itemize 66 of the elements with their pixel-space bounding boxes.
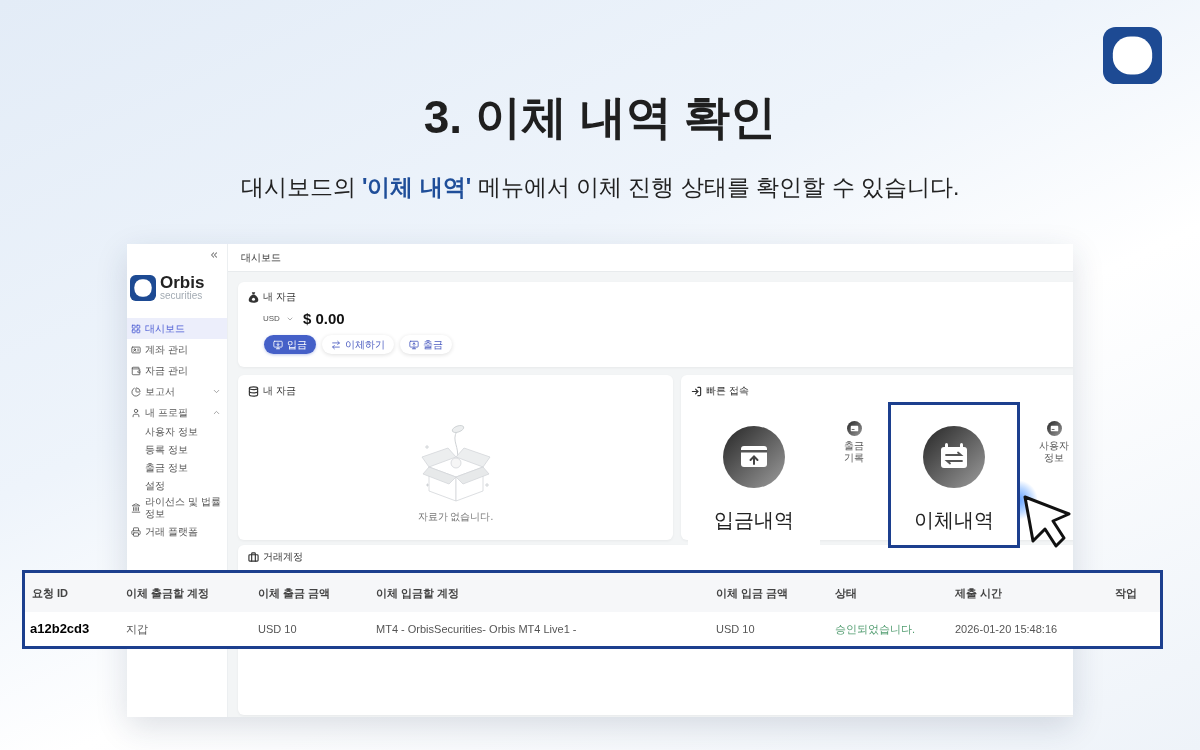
action-button[interactable]: 이체하기 (322, 335, 394, 354)
money-bag-icon (248, 291, 259, 303)
quick-access-tile[interactable]: 이체내역 (888, 402, 1020, 548)
monitor-icon (273, 339, 283, 350)
card-arrow-up-icon (723, 426, 785, 488)
column-header: 이체 출금 금액 (258, 585, 332, 600)
monitor-icon (409, 339, 419, 350)
card-icon (846, 421, 862, 436)
sidebar-item[interactable]: 대시보드 (127, 318, 227, 339)
brand-tagline: securities (160, 291, 204, 301)
database-icon (248, 385, 259, 397)
grid-icon (131, 323, 141, 334)
sidebar-subitem[interactable]: 사용자 정보 (127, 423, 227, 441)
sidebar-subitem[interactable]: 등록 정보 (127, 441, 227, 459)
sidebar-subitem[interactable]: 설정 (127, 477, 227, 495)
page-heading: 3. 이체 내역 확인 (423, 90, 777, 144)
sidebar-item[interactable]: 라이선스 및 법률 정보 (127, 495, 227, 521)
status-text: 승인되었습니다. (835, 622, 917, 636)
currency-select[interactable]: USD (263, 314, 294, 324)
bank-icon (131, 503, 141, 513)
column-header: 제출 시간 (955, 585, 1004, 600)
sidebar-item[interactable]: 내 프로필 (127, 402, 227, 423)
column-header: 이체 입금 금액 (716, 585, 790, 600)
card-icon (1046, 421, 1062, 436)
sidebar-item[interactable]: 거래 플랫폼 (127, 521, 227, 542)
sidebar-item[interactable]: 보고서 (127, 381, 227, 402)
pie-chart-icon (131, 386, 141, 397)
logo-icon (130, 274, 156, 301)
column-header: 이체 입금할 계정 (376, 585, 461, 600)
action-button[interactable]: 출금 (400, 335, 452, 354)
card-title: 내 자금 (263, 385, 296, 397)
swap-arrows-icon (331, 339, 341, 350)
chevron-down-icon (285, 315, 294, 323)
id-card-icon (131, 344, 141, 355)
card-title: 내 자금 (263, 291, 296, 303)
wallet-icon (131, 365, 141, 376)
table-cell-text: USD 10 (258, 622, 298, 636)
card-title: 거래계정 (263, 551, 303, 563)
column-header: 작업 (1114, 585, 1137, 600)
sidebar-item[interactable]: 계좌 관리 (127, 339, 227, 360)
calendar-swap-icon (923, 426, 985, 488)
printer-icon (131, 526, 141, 537)
briefcase-icon (248, 551, 259, 563)
table-cell-text: 2026-01-20 15:48:16 (955, 622, 1059, 636)
sidebar-item[interactable]: 자금 관리 (127, 360, 227, 381)
page-subtitle: 대시보드의 '이체 내역' 메뉴에서 이체 진행 상태를 확인할 수 있습니다. (240, 173, 960, 202)
logo-icon (1103, 27, 1162, 84)
login-icon (691, 385, 702, 397)
brand-name: Orbis (160, 274, 205, 291)
quick-access-tile[interactable]: 사용자 정보 (1030, 402, 1073, 469)
column-header: 이체 출금할 계정 (126, 585, 211, 600)
table-cell-text: 지갑 (126, 622, 149, 636)
table-cell-text: USD 10 (716, 622, 756, 636)
action-button[interactable]: 입금 (264, 335, 316, 354)
sidebar-subitem[interactable]: 출금 정보 (127, 459, 227, 477)
empty-message: 자료가 없습니다. (417, 511, 494, 523)
column-header: 요청 ID (32, 585, 70, 600)
card-title: 빠른 접속 (706, 385, 749, 397)
user-icon (131, 407, 141, 418)
quick-access-tile[interactable]: 출금 기록 (830, 402, 878, 469)
table-cell-text: a12b2cd3 (30, 621, 91, 637)
table-cell-text: MT4 - OrbisSecurities- Orbis MT4 Live1 - (376, 622, 578, 636)
collapse-icon[interactable] (209, 250, 219, 260)
balance-amount: $ 0.00 (302, 310, 345, 328)
column-header: 상태 (835, 585, 858, 600)
page-title: 대시보드 (241, 251, 281, 264)
